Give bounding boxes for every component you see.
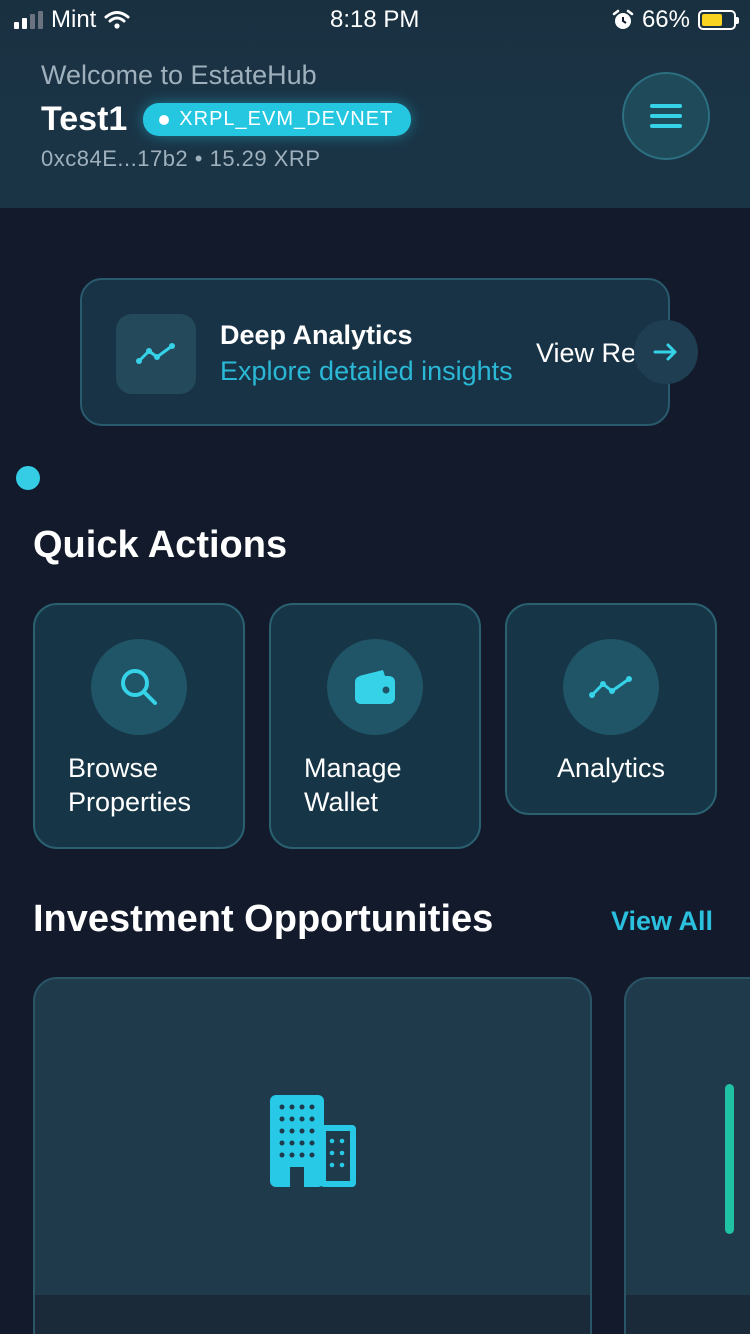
manage-wallet-label: Manage Wallet xyxy=(304,751,474,819)
network-badge[interactable]: XRPL_EVM_DEVNET xyxy=(143,103,412,136)
clock-time: 8:18 PM xyxy=(330,6,420,33)
investment-opportunities-title: Investment Opportunities xyxy=(33,898,494,940)
wifi-icon xyxy=(104,11,130,29)
qa-icon-circle xyxy=(563,639,659,735)
status-bar: Mint 8:18 PM 66% xyxy=(0,0,750,40)
network-label: XRPL_EVM_DEVNET xyxy=(179,108,394,130)
status-left: Mint xyxy=(14,6,130,34)
manage-wallet-button[interactable]: Manage Wallet xyxy=(269,603,481,849)
user-name: Test1 xyxy=(41,100,128,138)
network-status-dot-icon xyxy=(159,114,170,125)
banner-subtitle: Explore detailed insights xyxy=(220,356,513,386)
analytics-label: Analytics xyxy=(507,751,715,785)
arrow-right-icon[interactable] xyxy=(634,320,698,384)
menu-button[interactable] xyxy=(622,72,710,160)
browse-properties-button[interactable]: Browse Properties xyxy=(33,603,245,849)
search-icon xyxy=(121,669,157,705)
building-icon xyxy=(270,1095,356,1187)
banner-icon-tile xyxy=(116,314,196,394)
trend-line-icon xyxy=(589,676,632,698)
qa-label-line: Browse xyxy=(68,753,159,783)
view-all-link[interactable]: View All xyxy=(611,906,713,937)
carousel-indicator-dot[interactable] xyxy=(16,466,40,490)
browse-properties-label: Browse Properties xyxy=(68,751,238,819)
analytics-banner[interactable]: Deep Analytics Explore detailed insights… xyxy=(80,278,683,426)
qa-label-line: Manage xyxy=(304,753,402,783)
arrow-right-glyph xyxy=(653,343,677,361)
qa-icon-circle xyxy=(327,639,423,735)
battery-icon xyxy=(698,10,739,30)
status-right: 66% xyxy=(612,6,739,34)
wallet-address-balance: 0xc84E...17b2 • 15.29 XRP xyxy=(41,146,321,171)
carrier-label: Mint xyxy=(51,6,97,33)
signal-icon xyxy=(14,11,43,29)
alarm-icon xyxy=(612,9,634,29)
hamburger-menu-bar xyxy=(650,124,682,128)
welcome-text: Welcome to EstateHub xyxy=(41,60,317,90)
card-footer xyxy=(35,1295,590,1334)
banner-title: Deep Analytics xyxy=(220,320,413,350)
hamburger-menu-bar xyxy=(650,114,682,118)
card-footer xyxy=(626,1295,750,1334)
battery-percent: 66% xyxy=(641,6,690,33)
qa-label-line: Analytics xyxy=(556,753,666,783)
qa-label-line: Wallet xyxy=(304,787,379,817)
investment-card[interactable] xyxy=(33,977,592,1334)
qa-icon-circle xyxy=(91,639,187,735)
hamburger-menu-icon xyxy=(650,104,682,108)
scroll-indicator xyxy=(725,1084,734,1234)
analytics-button[interactable]: Analytics xyxy=(505,603,717,815)
user-row: Test1 XRPL_EVM_DEVNET xyxy=(41,100,412,139)
trend-line-icon xyxy=(136,343,175,364)
wallet-icon xyxy=(355,670,395,704)
quick-actions-title: Quick Actions xyxy=(33,524,288,566)
qa-label-line: Properties xyxy=(68,787,192,817)
